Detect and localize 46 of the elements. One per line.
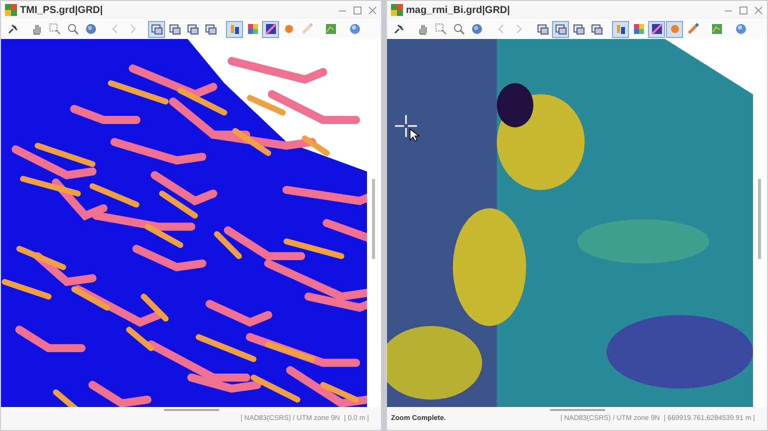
color-square-button[interactable]: [648, 20, 665, 38]
window-icon: [590, 23, 602, 35]
help-icon: [734, 23, 746, 35]
bars-icon: [614, 23, 626, 35]
grid-icon: [5, 4, 17, 16]
window-title: TMI_PS.grd|GRD|: [20, 4, 103, 16]
close-icon[interactable]: [754, 6, 763, 14]
window-icon: [168, 23, 180, 35]
maximize-icon[interactable]: [739, 6, 748, 14]
pen-icon: [300, 23, 312, 35]
window-icon: [572, 23, 584, 35]
window-button[interactable]: [552, 20, 569, 38]
window-icon: [554, 23, 566, 35]
hand-icon: [30, 23, 42, 35]
window-button[interactable]: [148, 20, 165, 38]
zoom-box-icon: [434, 23, 446, 35]
globe-icon: [84, 23, 96, 35]
grid-icon: [391, 4, 403, 16]
help-icon: [348, 23, 360, 35]
hand-icon: [416, 23, 428, 35]
close-icon[interactable]: [368, 6, 377, 14]
palette-icon: [632, 23, 644, 35]
zoom-icon: [66, 23, 78, 35]
window-icon: [204, 23, 216, 35]
bars-icon: [228, 23, 240, 35]
scrollbar[interactable]: [758, 179, 761, 259]
zoom-icon: [452, 23, 464, 35]
map-icon: [710, 23, 722, 35]
scrollbar[interactable]: [164, 409, 218, 411]
window-icon: [150, 23, 162, 35]
map-icon: [324, 23, 336, 35]
color-square-button[interactable]: [262, 20, 279, 38]
bars-button[interactable]: [612, 20, 629, 38]
palette-icon: [246, 23, 258, 35]
bars-button[interactable]: [226, 20, 243, 38]
window-icon: [186, 23, 198, 35]
color-square-icon: [264, 23, 276, 35]
maximize-icon[interactable]: [353, 6, 362, 14]
pen-icon: [686, 23, 698, 35]
color-square-icon: [650, 23, 662, 35]
zoom-box-icon: [48, 23, 60, 35]
globe-icon: [470, 23, 482, 35]
scrollbar[interactable]: [550, 409, 604, 411]
window-icon: [536, 23, 548, 35]
window-title: mag_rmi_Bi.grd|GRD|: [406, 4, 510, 16]
scrollbar[interactable]: [372, 179, 375, 259]
